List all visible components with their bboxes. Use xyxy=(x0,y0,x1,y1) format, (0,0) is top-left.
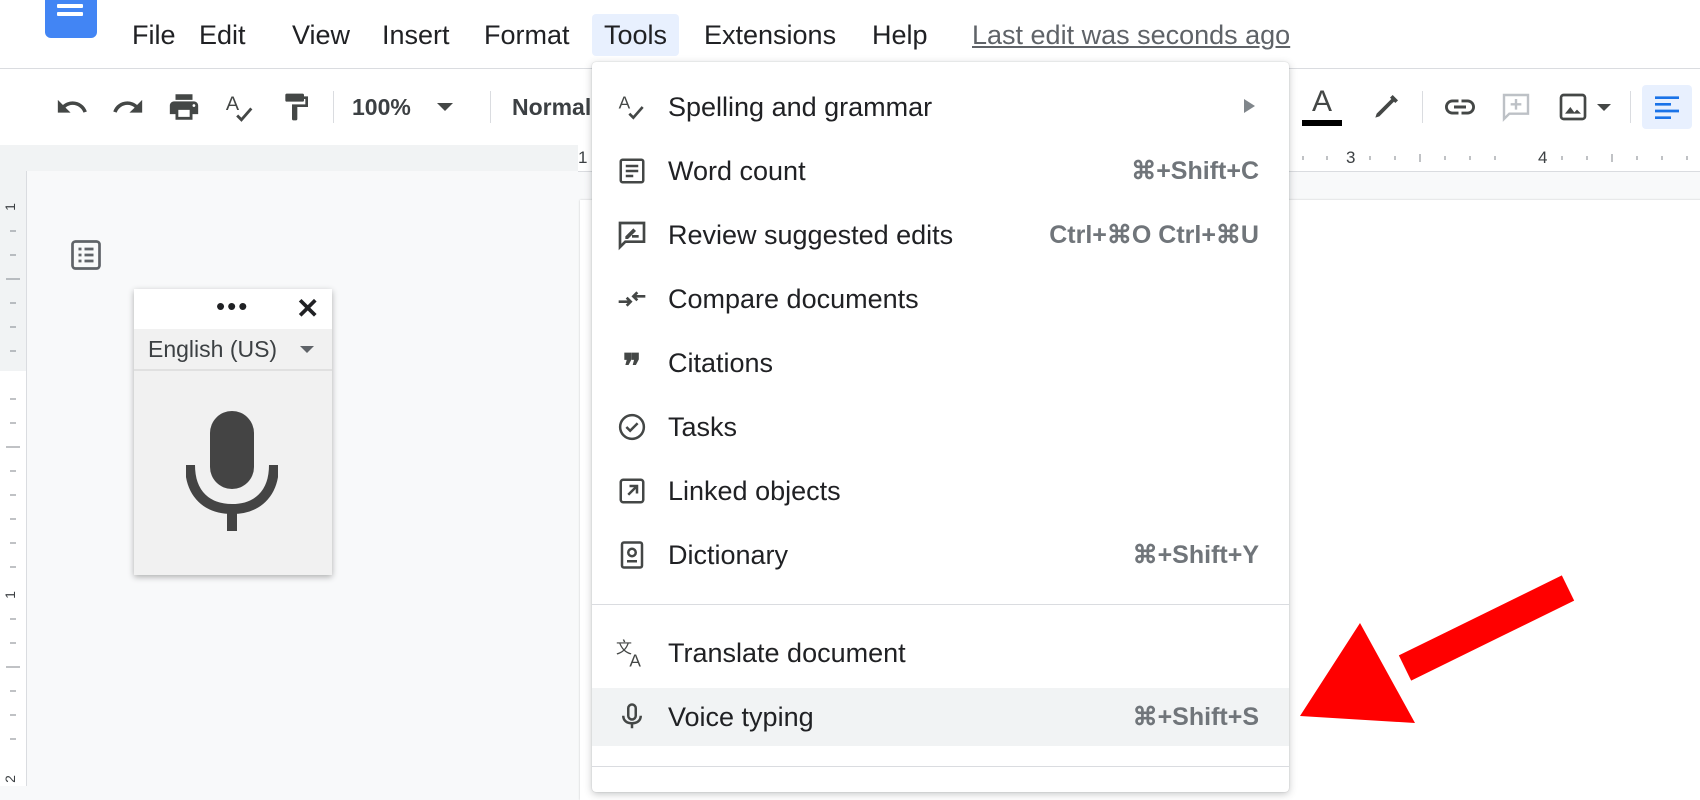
print-button[interactable] xyxy=(164,85,204,129)
menu-item-review-suggested-edits[interactable]: Review suggested edits Ctrl+⌘O Ctrl+⌘U xyxy=(592,206,1289,264)
image-icon xyxy=(1559,93,1587,121)
svg-text:A: A xyxy=(619,92,631,112)
menu-item-translate-document[interactable]: 文A Translate document xyxy=(592,624,1289,682)
undo-button[interactable] xyxy=(52,85,92,129)
menu-item-label: Translate document xyxy=(668,638,906,668)
menu-item-spelling-and-grammar[interactable]: A Spelling and grammar xyxy=(592,78,1289,136)
menubar: File Edit View Insert Format Tools Exten… xyxy=(0,0,1700,68)
chevron-down-icon xyxy=(1597,103,1611,111)
paint-format-icon xyxy=(285,93,308,121)
zoom-select[interactable]: 100% xyxy=(352,85,472,129)
menu-help[interactable]: Help xyxy=(860,14,940,56)
linked-objects-icon xyxy=(616,475,648,507)
menu-item-label: Citations xyxy=(668,348,774,378)
menu-item-dictionary[interactable]: Dictionary ⌘+Shift+Y xyxy=(592,526,1289,584)
language-value: English (US) xyxy=(148,336,278,362)
translate-icon: 文A xyxy=(616,637,648,670)
menu-item-word-count[interactable]: Word count ⌘+Shift+C xyxy=(592,142,1289,200)
word-count-icon xyxy=(616,155,648,187)
highlight-button[interactable] xyxy=(1366,85,1406,129)
citations-icon: ❞ xyxy=(622,348,642,386)
align-left-button[interactable] xyxy=(1642,85,1692,129)
menu-item-compare-documents[interactable]: Compare documents xyxy=(592,270,1289,328)
menu-item-label: Word count xyxy=(668,156,806,186)
tasks-icon xyxy=(616,411,648,443)
paint-format-button[interactable] xyxy=(276,85,316,129)
microphone-icon xyxy=(616,701,648,733)
text-color-icon: A xyxy=(1311,85,1332,118)
text-color-swatch xyxy=(1302,120,1342,126)
menu-item-voice-typing[interactable]: Voice typing ⌘+Shift+S xyxy=(592,688,1289,746)
style-value: Normal xyxy=(512,93,592,120)
menu-item-label: Dictionary xyxy=(668,540,789,570)
submenu-arrow-icon xyxy=(1244,99,1255,113)
menu-item-label: Compare documents xyxy=(668,284,919,314)
annotation-arrow-icon xyxy=(1300,575,1575,723)
print-icon xyxy=(169,94,199,120)
language-select[interactable]: English (US) xyxy=(134,329,332,371)
microphone-button[interactable] xyxy=(185,411,279,536)
menu-tools[interactable]: Tools xyxy=(592,14,680,56)
add-comment-icon xyxy=(1502,93,1530,122)
docs-logo-icon[interactable] xyxy=(45,0,97,38)
menu-view[interactable]: View xyxy=(280,14,362,56)
menu-insert[interactable]: Insert xyxy=(370,14,462,56)
spellcheck-button[interactable]: A xyxy=(220,85,260,129)
menu-item-shortcut: Ctrl+⌘O Ctrl+⌘U xyxy=(1049,221,1259,249)
undo-icon xyxy=(57,99,87,113)
menu-edit[interactable]: Edit xyxy=(187,14,258,56)
menu-item-label: Review suggested edits xyxy=(668,220,954,250)
menu-item-tasks[interactable]: Tasks xyxy=(592,398,1289,456)
menu-item-shortcut: ⌘+Shift+C xyxy=(1131,157,1259,185)
redo-button[interactable] xyxy=(108,85,148,129)
align-left-icon xyxy=(1655,96,1679,119)
highlight-pen-icon xyxy=(1375,95,1398,118)
menu-item-label: Voice typing xyxy=(668,702,814,732)
menu-item-linked-objects[interactable]: Linked objects xyxy=(592,462,1289,520)
menu-item-label: Tasks xyxy=(668,412,738,442)
more-options-icon[interactable]: ••• xyxy=(216,293,249,319)
last-edit-link[interactable]: Last edit was seconds ago xyxy=(972,14,1290,56)
insert-image-button[interactable] xyxy=(1552,85,1616,129)
insert-link-button[interactable] xyxy=(1440,85,1480,129)
menu-extensions[interactable]: Extensions xyxy=(692,14,848,56)
link-icon xyxy=(1445,99,1475,115)
chevron-down-icon xyxy=(436,103,453,111)
menu-divider xyxy=(592,766,1289,767)
review-edits-icon xyxy=(616,219,648,251)
vruler-ticks xyxy=(6,230,20,740)
vertical-ruler[interactable]: 1 1 2 xyxy=(0,171,27,786)
spellcheck-icon: A xyxy=(226,93,253,122)
zoom-value: 100% xyxy=(352,93,411,120)
menu-divider xyxy=(592,604,1289,605)
menu-item-label: Spelling and grammar xyxy=(668,92,933,122)
svg-text:A: A xyxy=(226,93,240,115)
add-comment-button[interactable] xyxy=(1496,85,1536,129)
microphone-icon xyxy=(185,411,279,531)
redo-icon xyxy=(113,99,143,113)
menu-format[interactable]: Format xyxy=(472,14,582,56)
menu-item-label: Linked objects xyxy=(668,476,841,506)
svg-text:A: A xyxy=(629,650,641,670)
dictionary-icon xyxy=(616,539,648,571)
chevron-down-icon xyxy=(300,346,314,353)
menu-item-shortcut: ⌘+Shift+S xyxy=(1132,703,1259,731)
style-select[interactable]: Normal xyxy=(512,85,592,129)
text-color-button[interactable]: A xyxy=(1302,85,1342,129)
menu-file[interactable]: File xyxy=(120,14,188,56)
tools-menu: A Spelling and grammar Word count ⌘+Shif… xyxy=(592,62,1289,792)
menu-item-citations[interactable]: ❞ Citations xyxy=(592,334,1289,392)
voice-typing-widget: ••• ✕ English (US) xyxy=(134,289,332,575)
close-icon[interactable]: ✕ xyxy=(296,293,319,325)
menu-item-shortcut: ⌘+Shift+Y xyxy=(1132,541,1259,569)
spelling-icon: A xyxy=(616,91,648,123)
document-outline-icon[interactable] xyxy=(68,237,104,278)
voice-widget-header[interactable]: ••• ✕ xyxy=(134,289,332,329)
compare-icon xyxy=(616,283,648,315)
